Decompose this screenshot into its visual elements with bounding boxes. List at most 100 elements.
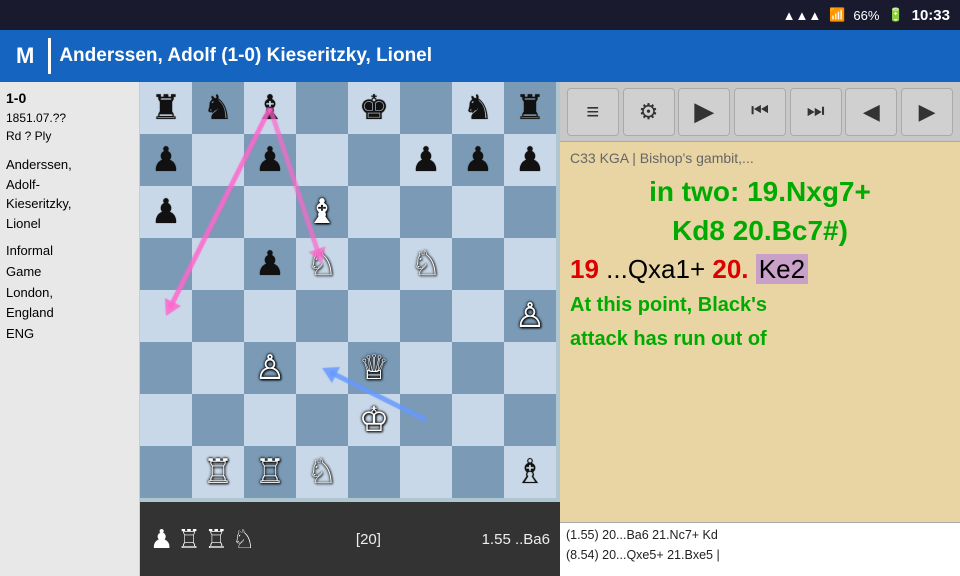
chess-piece: ♟ bbox=[463, 143, 493, 177]
square-5-4[interactable]: ♕ bbox=[348, 342, 400, 394]
square-6-1[interactable] bbox=[192, 394, 244, 446]
square-1-6[interactable]: ♟ bbox=[452, 134, 504, 186]
square-5-6[interactable] bbox=[452, 342, 504, 394]
move-counter: [20] bbox=[356, 531, 381, 548]
square-7-6[interactable] bbox=[452, 446, 504, 498]
square-0-0[interactable]: ♜ bbox=[140, 82, 192, 134]
square-6-6[interactable] bbox=[452, 394, 504, 446]
square-5-7[interactable] bbox=[504, 342, 556, 394]
square-1-2[interactable]: ♟ bbox=[244, 134, 296, 186]
square-6-7[interactable] bbox=[504, 394, 556, 446]
square-4-5[interactable] bbox=[400, 290, 452, 342]
square-2-6[interactable] bbox=[452, 186, 504, 238]
square-5-3[interactable] bbox=[296, 342, 348, 394]
square-7-4[interactable] bbox=[348, 446, 400, 498]
square-0-6[interactable]: ♞ bbox=[452, 82, 504, 134]
bottom-piece-4: ♘ bbox=[232, 524, 255, 555]
square-6-0[interactable] bbox=[140, 394, 192, 446]
square-4-0[interactable] bbox=[140, 290, 192, 342]
square-3-3[interactable]: ♘ bbox=[296, 238, 348, 290]
square-6-3[interactable] bbox=[296, 394, 348, 446]
square-3-6[interactable] bbox=[452, 238, 504, 290]
square-2-0[interactable]: ♟ bbox=[140, 186, 192, 238]
menu-button[interactable]: M bbox=[10, 41, 40, 71]
title-bar: M Anderssen, Adolf (1-0) Kieseritzky, Li… bbox=[0, 30, 960, 82]
square-1-7[interactable]: ♟ bbox=[504, 134, 556, 186]
square-1-0[interactable]: ♟ bbox=[140, 134, 192, 186]
square-4-2[interactable] bbox=[244, 290, 296, 342]
square-2-5[interactable] bbox=[400, 186, 452, 238]
square-7-2[interactable]: ♖ bbox=[244, 446, 296, 498]
square-1-5[interactable]: ♟ bbox=[400, 134, 452, 186]
main-content: 1-0 1851.07.?? Rd ? Ply Anderssen, Adolf… bbox=[0, 82, 960, 576]
square-4-4[interactable] bbox=[348, 290, 400, 342]
square-2-7[interactable] bbox=[504, 186, 556, 238]
toolbar: ≡ ⚙ ▶ ⏮ ⏭ ◀ ▶ bbox=[560, 82, 960, 142]
chess-piece: ♜ bbox=[515, 91, 545, 125]
current-move: ...Qxa1+ bbox=[606, 254, 705, 284]
square-5-5[interactable] bbox=[400, 342, 452, 394]
location2: England bbox=[6, 303, 133, 324]
battery-icon: 🔋 bbox=[887, 7, 903, 23]
square-6-4[interactable]: ♔ bbox=[348, 394, 400, 446]
square-7-1[interactable]: ♖ bbox=[192, 446, 244, 498]
square-2-1[interactable] bbox=[192, 186, 244, 238]
square-3-0[interactable] bbox=[140, 238, 192, 290]
commentary-1: At this point, Black's bbox=[570, 291, 950, 319]
square-2-2[interactable] bbox=[244, 186, 296, 238]
bottom-piece-1: ♟ bbox=[150, 524, 173, 555]
next-btn[interactable]: ⏭ bbox=[790, 88, 842, 136]
chess-piece: ♗ bbox=[515, 455, 545, 489]
settings-toolbar-btn[interactable]: ⚙ bbox=[623, 88, 675, 136]
square-7-5[interactable] bbox=[400, 446, 452, 498]
square-2-3[interactable]: ♝ bbox=[296, 186, 348, 238]
square-0-7[interactable]: ♜ bbox=[504, 82, 556, 134]
square-0-4[interactable]: ♚ bbox=[348, 82, 400, 134]
square-5-2[interactable]: ♙ bbox=[244, 342, 296, 394]
chess-board[interactable]: ♜♞♝♚♞♜♟♟♟♟♟♟♝♟♘♘♙♙♕♔♖♖♘♗ bbox=[140, 82, 560, 502]
player-names: Anderssen, Adolf- Kieseritzky, Lionel bbox=[0, 151, 139, 237]
square-6-2[interactable] bbox=[244, 394, 296, 446]
move-number: 19 bbox=[570, 254, 599, 284]
back-btn[interactable]: ◀ bbox=[845, 88, 897, 136]
player2-first: Kieseritzky, bbox=[6, 194, 133, 214]
square-1-1[interactable] bbox=[192, 134, 244, 186]
chess-board-container[interactable]: ♜♞♝♚♞♜♟♟♟♟♟♟♝♟♘♘♙♙♕♔♖♖♘♗ ♟ ♖ ♖ ♘ [20] 1.… bbox=[140, 82, 560, 576]
square-7-7[interactable]: ♗ bbox=[504, 446, 556, 498]
square-7-3[interactable]: ♘ bbox=[296, 446, 348, 498]
square-2-4[interactable] bbox=[348, 186, 400, 238]
square-4-7[interactable]: ♙ bbox=[504, 290, 556, 342]
square-3-2[interactable]: ♟ bbox=[244, 238, 296, 290]
chess-piece: ♟ bbox=[515, 143, 545, 177]
square-0-5[interactable] bbox=[400, 82, 452, 134]
square-5-1[interactable] bbox=[192, 342, 244, 394]
square-3-7[interactable] bbox=[504, 238, 556, 290]
square-3-4[interactable] bbox=[348, 238, 400, 290]
square-4-1[interactable] bbox=[192, 290, 244, 342]
menu-toolbar-btn[interactable]: ≡ bbox=[567, 88, 619, 136]
chess-piece: ♚ bbox=[359, 91, 389, 125]
play-btn[interactable]: ▶ bbox=[678, 88, 730, 136]
prev-btn[interactable]: ⏮ bbox=[734, 88, 786, 136]
square-1-3[interactable] bbox=[296, 134, 348, 186]
signal-icon: 📶 bbox=[829, 7, 845, 23]
next-move: Ke2 bbox=[756, 254, 808, 284]
square-4-6[interactable] bbox=[452, 290, 504, 342]
square-0-2[interactable]: ♝ bbox=[244, 82, 296, 134]
bottom-pieces: ♟ ♖ ♖ ♘ bbox=[150, 524, 255, 555]
forward-btn[interactable]: ▶ bbox=[901, 88, 953, 136]
square-0-1[interactable]: ♞ bbox=[192, 82, 244, 134]
chess-piece: ♖ bbox=[255, 455, 285, 489]
analysis-bar: (1.55) 20...Ba6 21.Nc7+ Kd (8.54) 20...Q… bbox=[560, 522, 960, 576]
status-bar: ▲▲▲ 📶 66% 🔋 10:33 bbox=[0, 0, 960, 30]
chess-piece: ♕ bbox=[359, 351, 389, 385]
square-0-3[interactable] bbox=[296, 82, 348, 134]
square-5-0[interactable] bbox=[140, 342, 192, 394]
square-7-0[interactable] bbox=[140, 446, 192, 498]
square-1-4[interactable] bbox=[348, 134, 400, 186]
square-3-1[interactable] bbox=[192, 238, 244, 290]
square-6-5[interactable] bbox=[400, 394, 452, 446]
square-4-3[interactable] bbox=[296, 290, 348, 342]
square-3-5[interactable]: ♘ bbox=[400, 238, 452, 290]
current-move-line: 19 ...Qxa1+ 20. Ke2 bbox=[570, 254, 950, 285]
